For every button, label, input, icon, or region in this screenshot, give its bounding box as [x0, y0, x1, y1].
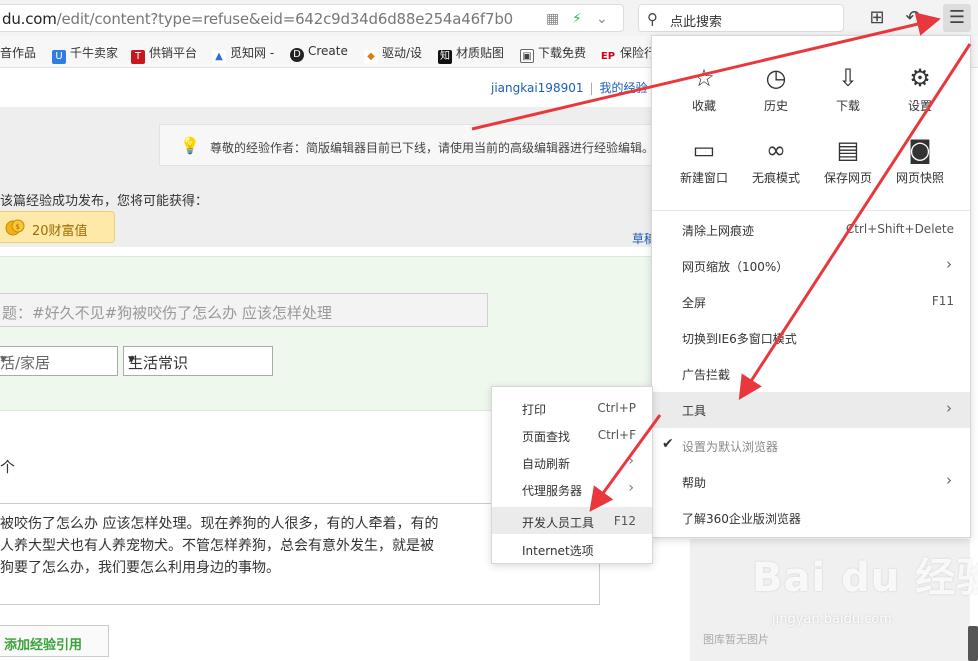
menu-item-fullscreen[interactable]: 全屏 F11 [652, 284, 970, 320]
bookmark-icon: ◆ [364, 50, 378, 64]
notice-banner: 💡 尊敬的经验作者：简版编辑器目前已下线，请使用当前的高级编辑器进行经验编辑。 [159, 124, 659, 166]
bookmark-icon: ▣ [520, 49, 534, 63]
submenu-item-auto-refresh[interactable]: 自动刷新 › [492, 448, 652, 475]
incognito-icon: ∞ [766, 136, 786, 164]
dropdown-caret-icon: ▼ [0, 355, 7, 365]
chevron-right-icon: › [628, 480, 634, 496]
menu-tile-downloads[interactable]: ⇩ 下载 [812, 60, 884, 130]
chevron-down-icon[interactable]: ⌄ [596, 11, 608, 27]
menu-item-clear-traces[interactable]: 清除上网痕迹 Ctrl+Shift+Delete [652, 212, 970, 248]
bookmark-item[interactable]: ◆ 驱动/设 [364, 44, 422, 64]
watermark-logo: Bai du 经验 [752, 555, 978, 601]
chevron-right-icon: › [628, 453, 634, 469]
reward-value: 20财富值 [32, 224, 88, 239]
bookmark-icon: D [290, 48, 304, 62]
submenu-item-internet-options[interactable]: Internet选项 [492, 535, 652, 562]
check-icon: ✔ [662, 436, 674, 452]
my-experience-link[interactable]: 我的经验 [600, 81, 648, 95]
bookmark-item[interactable]: U 千牛卖家 [52, 44, 118, 64]
menu-item-ad-block[interactable]: 广告拦截 [652, 356, 970, 392]
no-image-text: 图库暂无图片 [703, 633, 769, 646]
download-icon: ⇩ [837, 64, 859, 92]
search-input[interactable]: 点此搜索 [670, 11, 722, 30]
submenu-item-devtools[interactable]: 开发人员工具 F12 [492, 507, 652, 534]
undo-icon[interactable]: ↶ [900, 6, 926, 30]
menu-item-zoom[interactable]: 网页缩放（100%） › [652, 248, 970, 284]
apps-grid-icon[interactable]: ⊞ [864, 6, 890, 30]
submenu-item-proxy[interactable]: 代理服务器 › [492, 475, 652, 502]
bookmark-item[interactable]: 知材质贴图 [438, 44, 504, 64]
watermark-domain: jingyan.baidu.com [772, 612, 892, 627]
menu-tile-settings[interactable]: ⚙ 设置 [884, 60, 956, 130]
category-select-primary[interactable]: 活/家居 ▼ [0, 346, 118, 376]
menu-tile-snapshot[interactable]: ◙ 网页快照 [884, 132, 956, 202]
menu-tile-new-window[interactable]: ▭ 新建窗口 [668, 132, 740, 202]
address-url[interactable]: du.com/edit/content?type=refuse&eid=642c… [2, 10, 513, 28]
menu-divider [652, 210, 970, 211]
bookmark-item[interactable]: ▲ 觅知网 - [212, 44, 274, 64]
menu-tile-save-page[interactable]: ▤ 保存网页 [812, 132, 884, 202]
bookmark-item[interactable]: ▣ 下载免费 [520, 44, 586, 63]
chevron-right-icon: › [946, 255, 952, 273]
menu-tile-favorites[interactable]: ☆ 收藏 [668, 60, 740, 130]
bookmark-item[interactable]: D Create [290, 44, 348, 62]
window-icon: ▭ [692, 136, 716, 164]
submenu-item-find[interactable]: 页面查找 Ctrl+F [492, 421, 652, 448]
menu-item-enterprise[interactable]: 了解360企业版浏览器 [652, 500, 970, 536]
intro-line: 人养大型犬也有人养宠物犬。不管怎样养狗，总会有意外发生，就是被 [0, 538, 434, 554]
bookmark-icon: 知 [438, 50, 452, 64]
chevron-right-icon: › [946, 399, 952, 417]
reward-badge: $ 20财富值 [0, 211, 115, 243]
title-input[interactable]: 题：#好久不见#狗被咬伤了怎么办 应该怎样处理 [0, 293, 488, 327]
menu-button[interactable]: ☰ [943, 4, 971, 32]
bookmark-item[interactable]: 音作品 [0, 44, 36, 61]
search-icon: ⚲ [647, 10, 658, 28]
menu-item-ie6-mode[interactable]: 切换到IE6多窗口模式 [652, 320, 970, 356]
chevron-right-icon: › [946, 471, 952, 489]
notice-text: 尊敬的经验作者：简版编辑器目前已下线，请使用当前的高级编辑器进行经验编辑。 [210, 141, 655, 155]
category-select-secondary[interactable]: 生活常识 ▼ [123, 346, 273, 376]
search-box[interactable]: ⚲ 点此搜索 [638, 4, 844, 32]
grid-icon[interactable]: ▦ [546, 11, 559, 27]
svg-text:$: $ [16, 223, 20, 231]
save-icon: ▤ [836, 136, 860, 164]
browser-main-menu: ☆ 收藏 ◷ 历史 ⇩ 下载 ⚙ 设置 ▭ 新建窗口 ∞ 无痕模式 ▤ 保存网页 ◙ 网页快照 … [651, 35, 971, 538]
gear-icon: ⚙ [909, 64, 931, 92]
star-icon: ☆ [693, 64, 715, 92]
scrollbar-thumb[interactable] [968, 626, 978, 661]
bookmark-icon: T [131, 50, 145, 64]
menu-item-default-browser[interactable]: ✔ 设置为默认浏览器 [652, 428, 970, 464]
bookmark-icon: EP [600, 50, 616, 64]
lightning-icon[interactable]: ⚡ [572, 11, 582, 27]
camera-icon: ◙ [908, 136, 932, 164]
reward-title: 该篇经验成功发布，您将可能获得： [0, 194, 209, 209]
bookmark-icon: ▲ [212, 50, 226, 64]
menu-item-help[interactable]: 帮助 › [652, 464, 970, 500]
address-bar[interactable]: du.com/edit/content?type=refuse&eid=642c… [0, 4, 624, 32]
menu-tile-incognito[interactable]: ∞ 无痕模式 [740, 132, 812, 202]
section-heading: 个 [0, 458, 16, 476]
tools-submenu: 打印 Ctrl+P 页面查找 Ctrl+F 自动刷新 › 代理服务器 › 开发人员工具 F… [491, 386, 653, 564]
intro-line: 狗要了怎么办，我们要怎么利用身边的事物。 [0, 560, 280, 576]
bookmark-item[interactable]: EP 保险行 [600, 44, 656, 64]
menu-item-tools[interactable]: 工具 › [652, 392, 970, 428]
header-links: jiangkai198901 | 我的经验 [491, 81, 648, 95]
submenu-item-print[interactable]: 打印 Ctrl+P [492, 394, 652, 421]
coin-icon: $ [5, 219, 25, 236]
bookmark-icon: U [52, 50, 66, 64]
add-reference-button[interactable]: 添加经验引用 [0, 625, 109, 657]
dropdown-caret-icon: ▼ [128, 355, 135, 365]
browser-toolbar: du.com/edit/content?type=refuse&eid=642c… [0, 0, 978, 36]
username-link[interactable]: jiangkai198901 [491, 81, 583, 95]
clock-icon: ◷ [765, 64, 787, 92]
intro-line: 被咬伤了怎么办 应该怎样处理。现在养狗的人很多，有的人牵着，有的 [0, 516, 439, 532]
bookmark-item[interactable]: T 供销平台 [131, 44, 197, 64]
menu-tile-history[interactable]: ◷ 历史 [740, 60, 812, 130]
lightbulb-icon: 💡 [180, 136, 200, 155]
